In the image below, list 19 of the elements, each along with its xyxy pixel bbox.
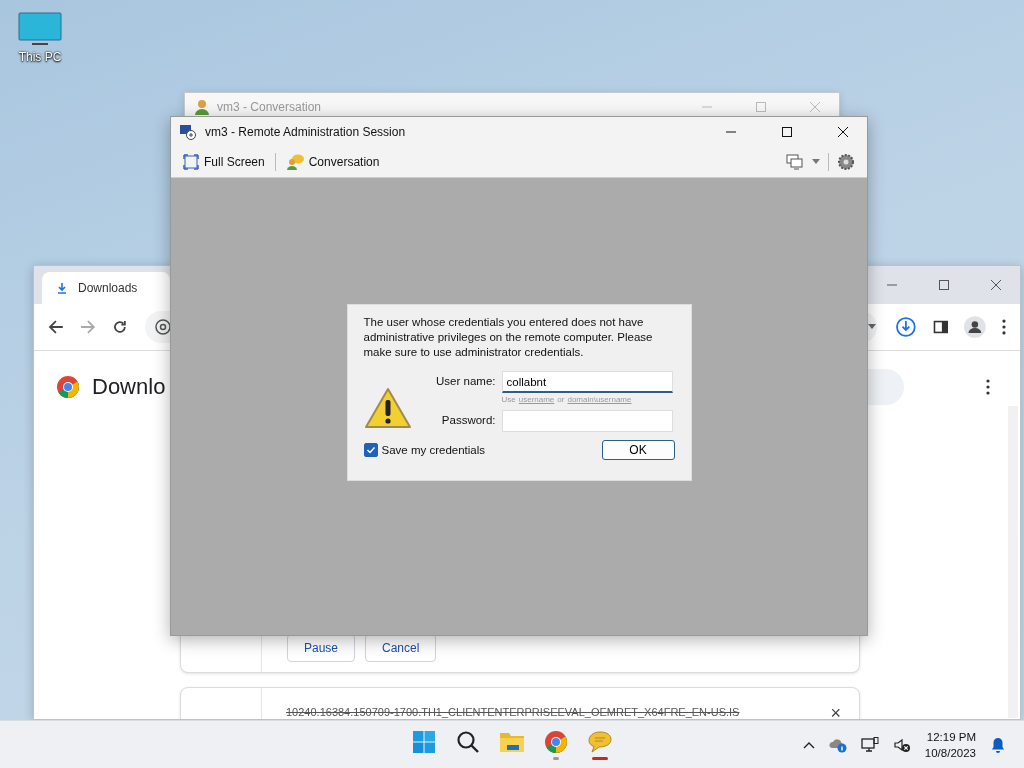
field-label: User name: xyxy=(435,374,496,387)
hint-text: Use xyxy=(501,395,516,404)
hint-text: or xyxy=(557,395,565,404)
username-field[interactable]: collabnt xyxy=(501,371,673,393)
toolbar-button[interactable]: Conversation xyxy=(283,153,382,170)
clock[interactable]: 12:19 PM 10/8/2023 xyxy=(924,729,976,761)
browser-tab[interactable]: Downloads xyxy=(42,272,170,304)
file-name: 10240.16384.150709-1700.TH1_CLIENTENTERPRISEEVAL_OEMRET_X64FRE_EN-US.IS xyxy=(286,706,741,718)
download-action-button[interactable]: Pause xyxy=(287,634,356,662)
error-message: The user whose credentials you entered does not have administrative privileges on the remote computer. Please make sure to use administrator credentials. xyxy=(363,315,654,360)
toolbar-button[interactable]: Full Screen xyxy=(181,153,267,170)
window-title: vm3 - Conversation xyxy=(217,100,322,114)
window-title: vm3 - Remote Administration Session xyxy=(205,124,406,139)
page-title: Downlo xyxy=(92,374,167,400)
field-label: Password: xyxy=(440,413,496,426)
ok-button[interactable]: OK xyxy=(601,440,675,460)
download-action-button[interactable]: Cancel xyxy=(365,634,437,662)
remove-button[interactable]: × xyxy=(830,706,841,719)
save-credentials-checkbox[interactable]: Save my credentials xyxy=(363,443,486,457)
